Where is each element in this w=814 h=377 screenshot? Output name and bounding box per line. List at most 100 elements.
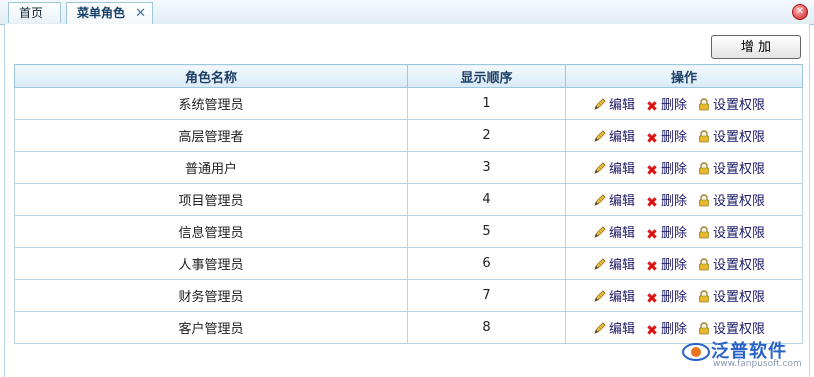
set-permission-link[interactable]: 设置权限 <box>697 126 765 145</box>
display-order-cell: 8 <box>407 311 566 344</box>
set-permission-link[interactable]: 设置权限 <box>697 222 765 241</box>
table-row: 财务管理员 7 编辑 ✖ 删除 设置权限 <box>14 279 803 312</box>
delete-link[interactable]: ✖ 删除 <box>645 158 687 178</box>
lock-icon <box>699 289 709 302</box>
delete-label: 删除 <box>660 225 687 241</box>
role-name-cell: 普通用户 <box>14 151 408 184</box>
lock-icon <box>699 129 709 142</box>
table-row: 系统管理员 1 编辑 ✖ 删除 设置权限 <box>14 87 803 120</box>
edit-link[interactable]: 编辑 <box>593 158 635 177</box>
table-header-row: 角色名称 显示顺序 操作 <box>14 64 803 88</box>
set-permission-label: 设置权限 <box>713 129 766 145</box>
display-order-cell: 6 <box>407 247 566 280</box>
delete-x-icon: ✖ <box>646 98 658 115</box>
set-permission-link[interactable]: 设置权限 <box>697 286 765 305</box>
delete-label: 删除 <box>660 257 687 273</box>
add-button[interactable]: 增 加 <box>711 35 801 59</box>
set-permission-link[interactable]: 设置权限 <box>697 190 765 209</box>
brand-url: www.fanpusoft.com <box>713 359 802 369</box>
delete-link[interactable]: ✖ 删除 <box>645 286 687 306</box>
delete-link[interactable]: ✖ 删除 <box>645 254 687 274</box>
delete-label: 删除 <box>660 97 687 113</box>
set-permission-link[interactable]: 设置权限 <box>697 254 765 273</box>
edit-link[interactable]: 编辑 <box>593 190 635 209</box>
header-actions: 操作 <box>565 64 803 88</box>
edit-label: 编辑 <box>608 193 635 209</box>
edit-link[interactable]: 编辑 <box>593 286 635 305</box>
tab-close-icon[interactable]: ✕ <box>135 3 146 24</box>
header-role-name: 角色名称 <box>14 64 408 88</box>
delete-link[interactable]: ✖ 删除 <box>645 94 687 114</box>
pencil-icon <box>594 321 606 334</box>
lock-icon <box>699 161 709 174</box>
set-permission-link[interactable]: 设置权限 <box>697 158 765 177</box>
delete-link[interactable]: ✖ 删除 <box>645 222 687 242</box>
lock-icon <box>699 257 709 270</box>
brand-watermark: 泛普软件 www.fanpusoft.com <box>681 333 806 373</box>
table-row: 高层管理者 2 编辑 ✖ 删除 设置权限 <box>14 119 803 152</box>
edit-label: 编辑 <box>608 161 635 177</box>
actions-cell: 编辑 ✖ 删除 设置权限 <box>565 151 803 184</box>
pencil-icon <box>594 193 606 206</box>
display-order-cell: 3 <box>407 151 566 184</box>
table-row: 普通用户 3 编辑 ✖ 删除 设置权限 <box>14 151 803 184</box>
lock-icon <box>699 97 709 110</box>
delete-label: 删除 <box>660 129 687 145</box>
role-name-cell: 高层管理者 <box>14 119 408 152</box>
delete-link[interactable]: ✖ 删除 <box>645 126 687 146</box>
set-permission-label: 设置权限 <box>713 193 766 209</box>
actions-cell: 编辑 ✖ 删除 设置权限 <box>565 119 803 152</box>
set-permission-label: 设置权限 <box>713 97 766 113</box>
tab-home[interactable]: 首页 <box>8 2 61 23</box>
display-order-cell: 5 <box>407 215 566 248</box>
edit-link[interactable]: 编辑 <box>593 126 635 145</box>
edit-label: 编辑 <box>608 97 635 113</box>
table-row: 项目管理员 4 编辑 ✖ 删除 设置权限 <box>14 183 803 216</box>
display-order-cell: 1 <box>407 87 566 120</box>
delete-x-icon: ✖ <box>646 130 658 147</box>
pencil-icon <box>594 161 606 174</box>
close-window-icon[interactable]: ✕ <box>792 4 808 20</box>
delete-link[interactable]: ✖ 删除 <box>645 190 687 210</box>
tab-menu-role[interactable]: 菜单角色 ✕ <box>66 2 153 25</box>
delete-x-icon: ✖ <box>646 290 658 307</box>
pencil-icon <box>594 289 606 302</box>
edit-label: 编辑 <box>608 129 635 145</box>
edit-link[interactable]: 编辑 <box>593 254 635 273</box>
edit-link[interactable]: 编辑 <box>593 318 635 337</box>
display-order-cell: 7 <box>407 279 566 312</box>
delete-x-icon: ✖ <box>646 322 658 339</box>
actions-cell: 编辑 ✖ 删除 设置权限 <box>565 247 803 280</box>
actions-cell: 编辑 ✖ 删除 设置权限 <box>565 279 803 312</box>
edit-label: 编辑 <box>608 257 635 273</box>
delete-x-icon: ✖ <box>646 226 658 243</box>
pencil-icon <box>594 129 606 142</box>
delete-label: 删除 <box>660 289 687 305</box>
role-table: 角色名称 显示顺序 操作 系统管理员 1 编辑 ✖ 删除 设置权限 高层管理者 2 编辑 ✖ 删除设… <box>14 64 803 344</box>
edit-link[interactable]: 编辑 <box>593 94 635 113</box>
brand-logo-icon <box>682 343 710 361</box>
edit-label: 编辑 <box>608 225 635 241</box>
lock-icon <box>699 225 709 238</box>
set-permission-label: 设置权限 <box>713 257 766 273</box>
set-permission-link[interactable]: 设置权限 <box>697 94 765 113</box>
edit-label: 编辑 <box>608 321 635 337</box>
table-row: 人事管理员 6 编辑 ✖ 删除 设置权限 <box>14 247 803 280</box>
role-name-cell: 系统管理员 <box>14 87 408 120</box>
set-permission-label: 设置权限 <box>713 225 766 241</box>
delete-x-icon: ✖ <box>646 258 658 275</box>
actions-cell: 编辑 ✖ 删除 设置权限 <box>565 183 803 216</box>
delete-x-icon: ✖ <box>646 194 658 211</box>
header-display-order: 显示顺序 <box>407 64 566 88</box>
delete-x-icon: ✖ <box>646 162 658 179</box>
role-name-cell: 信息管理员 <box>14 215 408 248</box>
actions-cell: 编辑 ✖ 删除 设置权限 <box>565 87 803 120</box>
table-row: 信息管理员 5 编辑 ✖ 删除 设置权限 <box>14 215 803 248</box>
tab-home-label: 首页 <box>19 6 44 20</box>
tab-bar: 首页 菜单角色 ✕ ✕ <box>0 0 814 25</box>
pencil-icon <box>594 257 606 270</box>
lock-icon <box>699 193 709 206</box>
display-order-cell: 4 <box>407 183 566 216</box>
actions-cell: 编辑 ✖ 删除 设置权限 <box>565 215 803 248</box>
edit-link[interactable]: 编辑 <box>593 222 635 241</box>
